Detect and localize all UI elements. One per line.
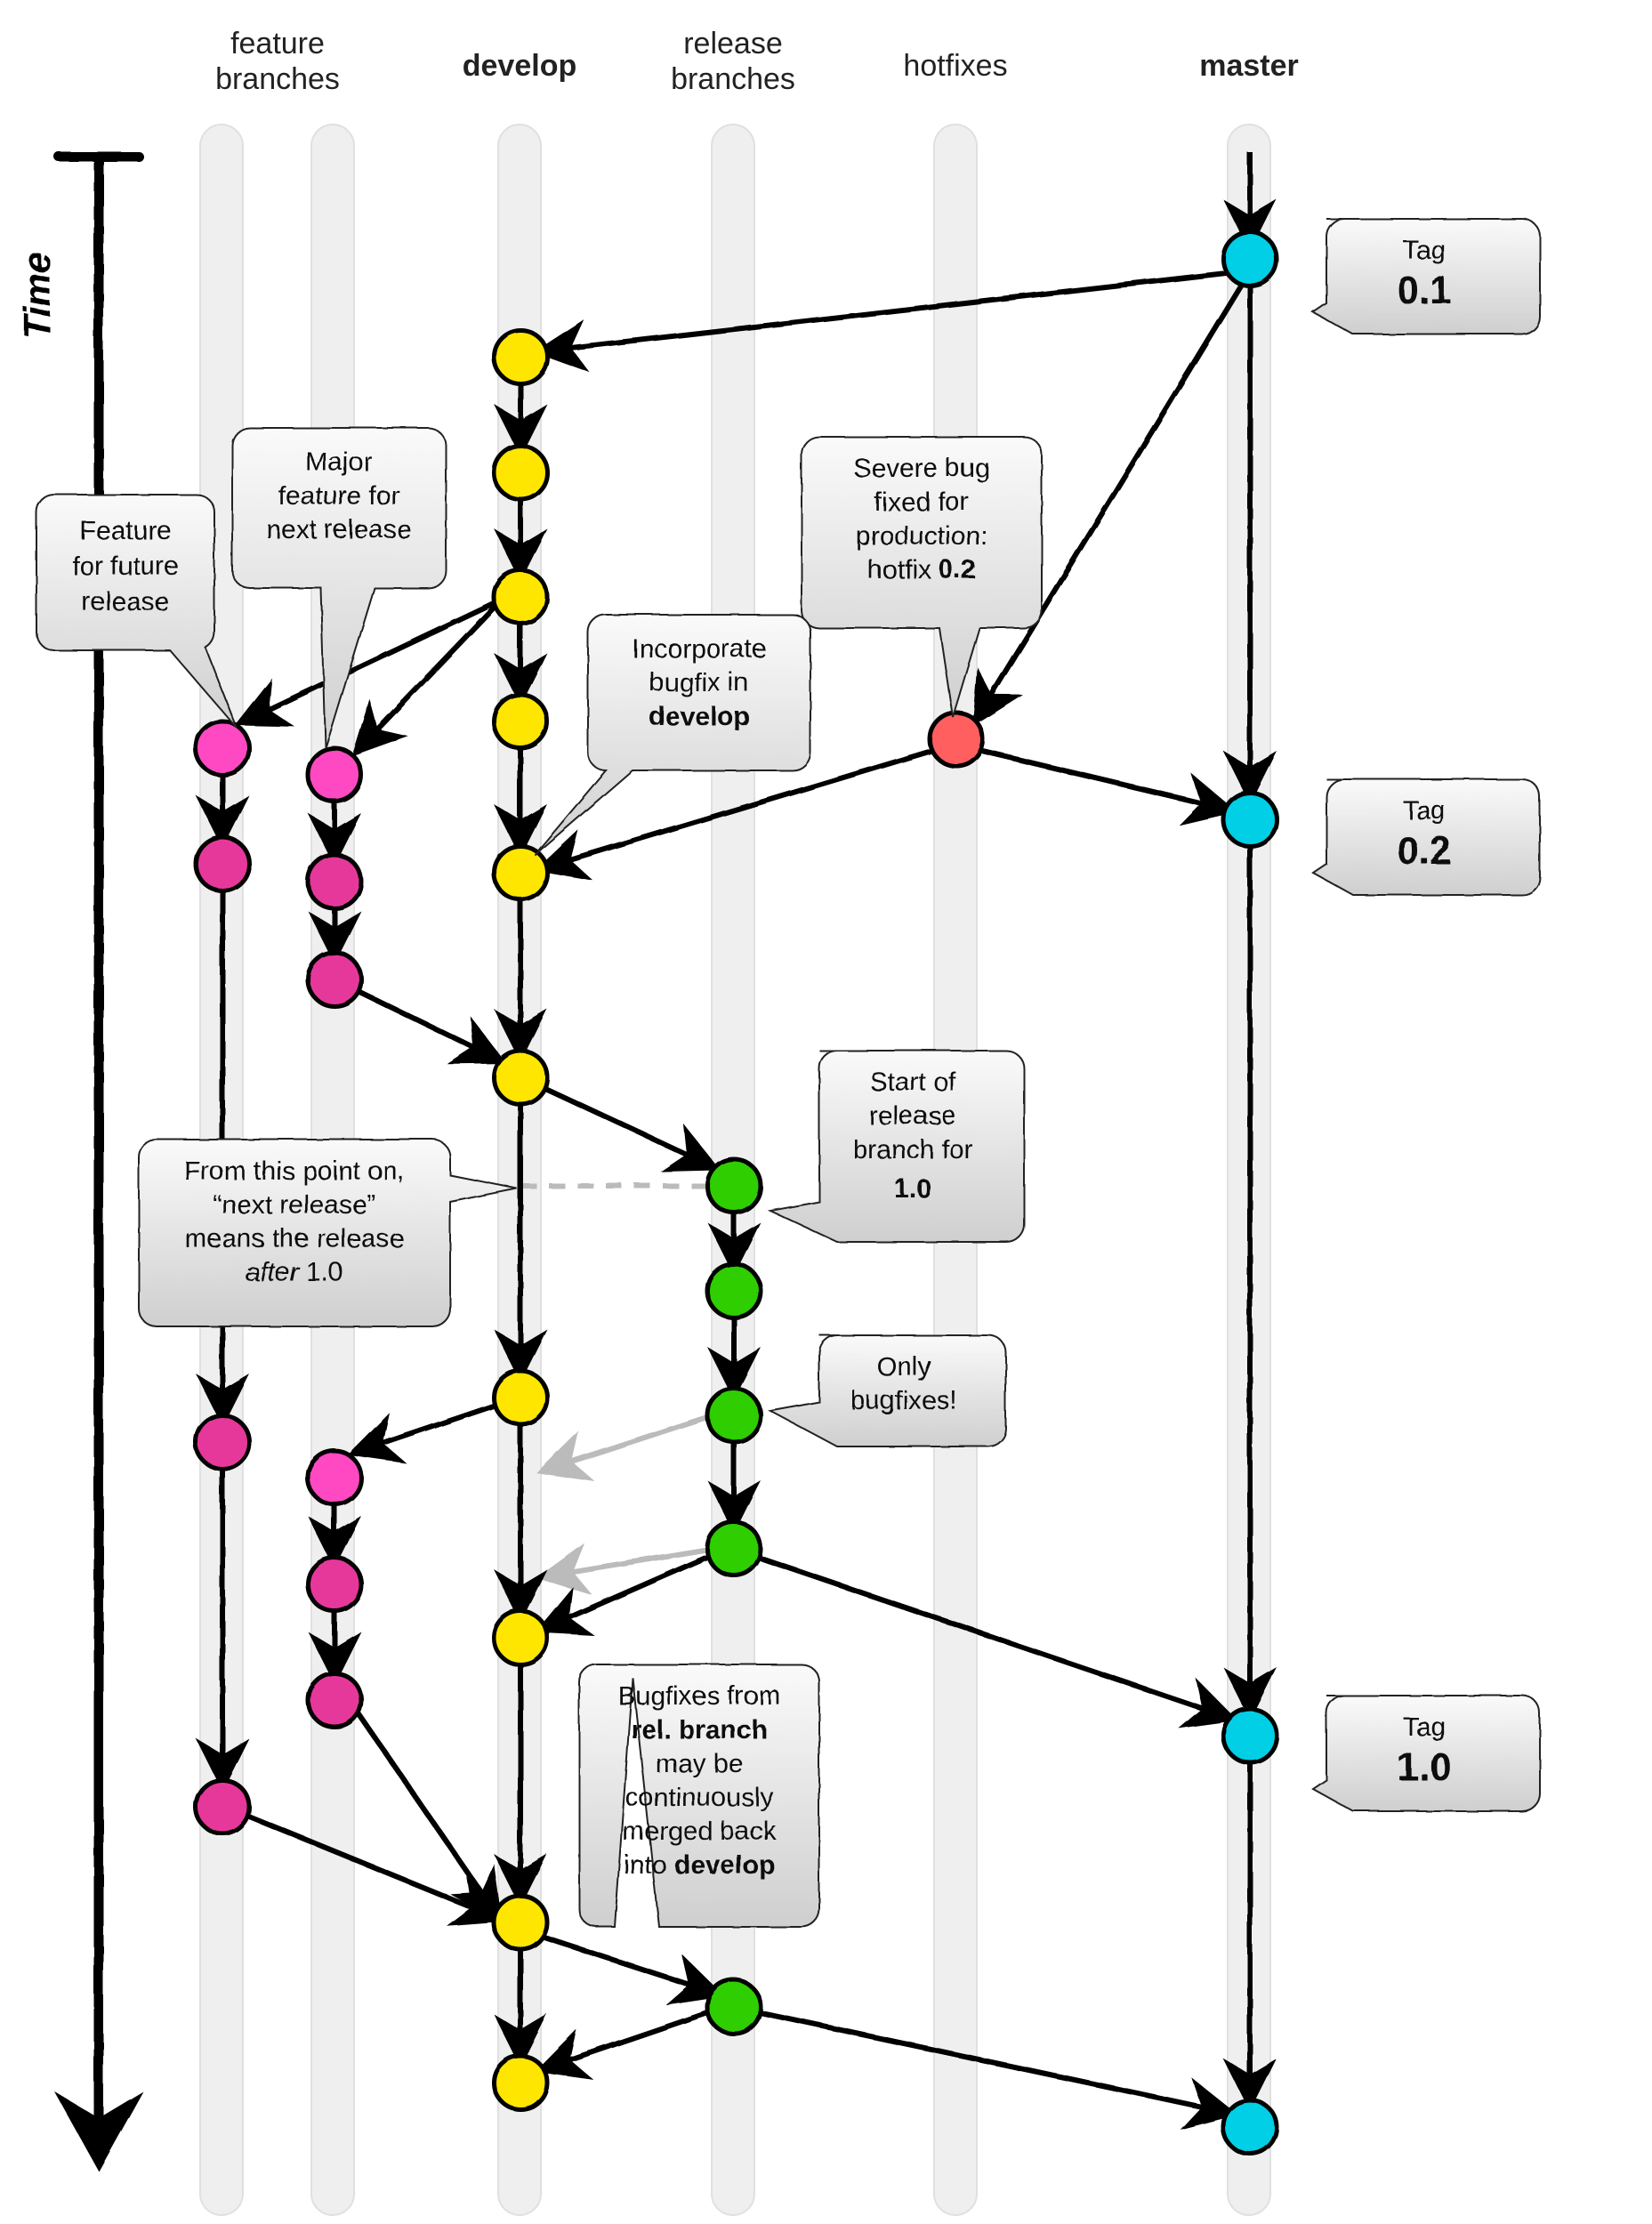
commit-develop [493, 694, 546, 747]
lane-release-label-1: release [683, 27, 783, 60]
edge [546, 1555, 709, 1626]
tag-title: Tag [1402, 235, 1445, 264]
callout-text: after 1.0 [245, 1257, 342, 1286]
time-axis-label: Time [15, 252, 57, 338]
commit-develop [493, 1610, 546, 1664]
callout-text: bugfixes! [850, 1385, 956, 1414]
callout-text: fixed for [874, 487, 969, 516]
callout-text: 1.0 [893, 1173, 931, 1203]
edge [359, 1404, 496, 1450]
lane-develop-label: develop [463, 49, 576, 83]
edge [351, 987, 494, 1057]
callout-text: production: [855, 520, 987, 550]
callout-text: “next release” [212, 1189, 375, 1219]
callout-text: release [81, 586, 168, 616]
tag-value: 0.1 [1396, 268, 1450, 311]
edge [753, 1555, 1224, 1715]
commit-master [1222, 1708, 1276, 1761]
commit-feature [195, 721, 248, 774]
callout-text: Major [304, 447, 371, 476]
lane-release-label-2: branches [671, 62, 795, 96]
commit-feature [307, 952, 360, 1005]
callout-text: feature for [278, 480, 399, 510]
lane-feature-label-2: branches [215, 62, 340, 96]
commit-develop [493, 845, 546, 898]
edge [538, 1935, 711, 1991]
commit-develop [493, 1895, 546, 1948]
callout-text: branch for [851, 1134, 971, 1164]
tag-value: 1.0 [1396, 1745, 1450, 1788]
commit-develop [493, 1050, 546, 1103]
callout-text: develop [648, 701, 748, 730]
commit-master [1222, 231, 1276, 285]
commit-release [706, 1158, 760, 1212]
callout-text: Bugfixes from [616, 1680, 779, 1710]
callout-text: continuously [625, 1782, 773, 1811]
commit-feature [307, 1672, 360, 1726]
edge [536, 1084, 707, 1164]
commit-feature [307, 747, 360, 801]
callout-text: may be [655, 1748, 742, 1777]
callout-text: into develop [623, 1849, 774, 1879]
edge-fade [548, 1414, 712, 1468]
callout-text: for future [71, 551, 178, 580]
commit-develop [493, 329, 546, 383]
callout-text: Severe bug [852, 453, 988, 482]
commit-release [706, 1263, 760, 1317]
commit-develop [493, 2055, 546, 2108]
callout-text: Only [875, 1351, 931, 1381]
commit-feature [307, 854, 360, 907]
tag-title: Tag [1402, 1712, 1445, 1741]
callout-text: merged back [621, 1816, 776, 1845]
commit-feature [307, 1450, 360, 1503]
edge [353, 1706, 494, 1911]
callout-text: next release [265, 514, 410, 544]
edge [360, 605, 495, 745]
commit-release [706, 1979, 760, 2033]
commit-master [1222, 792, 1276, 845]
edge [546, 270, 1249, 350]
commit-feature [195, 1779, 248, 1833]
edge [242, 1813, 493, 1915]
commit-feature [195, 1414, 248, 1468]
commit-develop [493, 1370, 546, 1423]
commit-hotfix [929, 712, 982, 765]
edge-fade [548, 1548, 712, 1575]
callout-text: Start of [869, 1067, 955, 1096]
tag-title: Tag [1402, 795, 1445, 825]
edge [753, 2010, 1224, 2111]
callout-text: rel. branch [630, 1714, 766, 1744]
edge [246, 601, 495, 719]
lane-master-label: master [1199, 49, 1299, 83]
edge [977, 749, 1223, 808]
callout-text: bugfix in [649, 667, 748, 697]
callout-text: hotfix 0.2 [866, 554, 975, 584]
callout-text: means the release [184, 1223, 404, 1253]
commit-master [1222, 2099, 1276, 2153]
commit-release [706, 1521, 760, 1575]
callout-text: Feature [78, 515, 170, 544]
commit-develop [493, 569, 546, 623]
tag-value: 0.2 [1396, 828, 1450, 872]
callout-text: release [868, 1100, 955, 1130]
callout-text: Incorporate [631, 633, 766, 663]
commit-feature [195, 836, 248, 890]
callout-text: From this point on, [183, 1156, 404, 1185]
commit-develop [493, 445, 546, 498]
commit-release [706, 1388, 760, 1441]
commit-feature [307, 1557, 360, 1610]
lane-feature-label-1: feature [230, 27, 325, 60]
edge [546, 2010, 711, 2067]
lane-hotfix-label: hotfixes [903, 49, 1007, 83]
